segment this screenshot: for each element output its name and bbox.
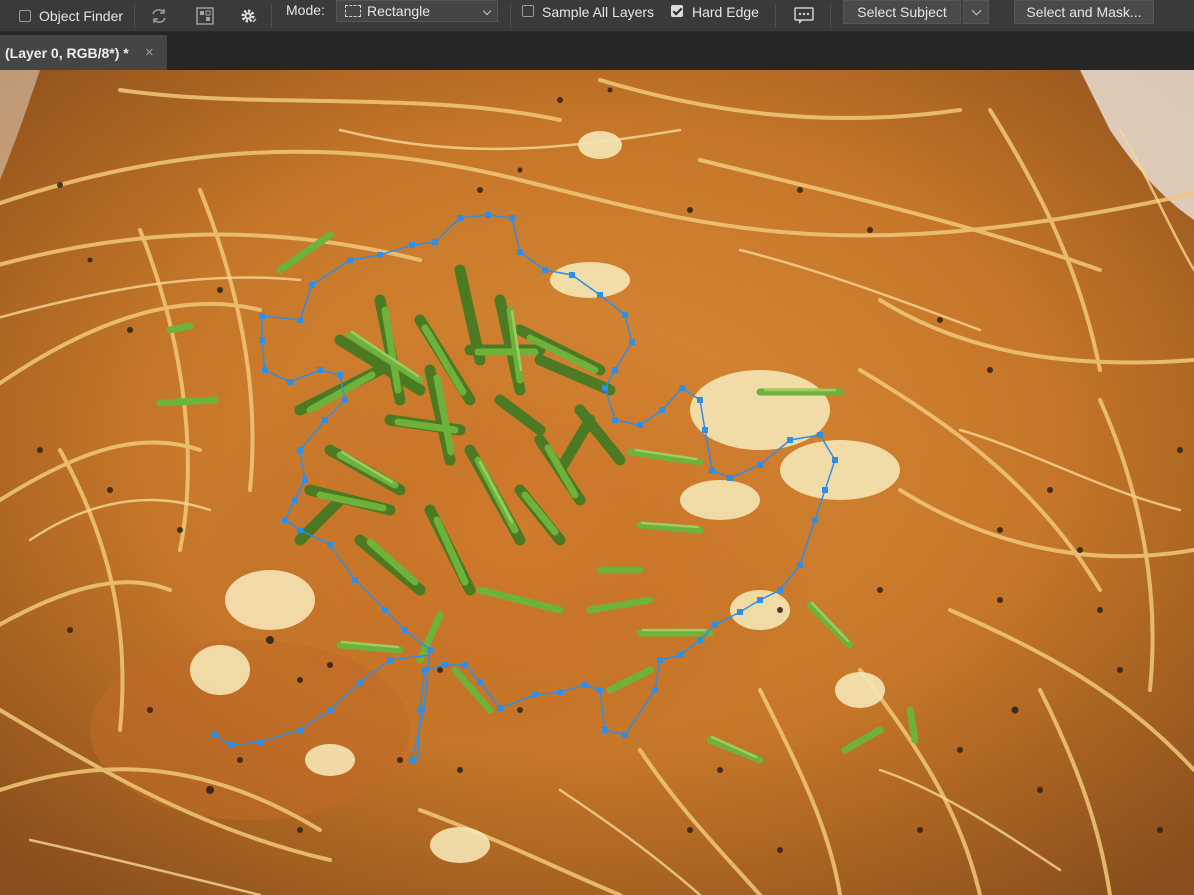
select-subject-dropdown[interactable] bbox=[963, 0, 989, 24]
refresh-icon[interactable] bbox=[147, 4, 171, 28]
divider bbox=[775, 4, 776, 28]
chevron-down-icon bbox=[971, 5, 982, 16]
mode-label: Mode: bbox=[286, 2, 325, 18]
document-tab-bar: (Layer 0, RGB/8*) * × bbox=[0, 32, 1194, 70]
hard-edge-label[interactable]: Hard Edge bbox=[692, 4, 759, 20]
select-subject-button[interactable]: Select Subject bbox=[843, 0, 961, 24]
divider bbox=[134, 4, 135, 28]
pasta-photo bbox=[0, 70, 1194, 895]
mode-value: Rectangle bbox=[367, 3, 431, 19]
document-tab-title: (Layer 0, RGB/8*) * bbox=[5, 45, 129, 61]
sample-all-layers-label[interactable]: Sample All Layers bbox=[542, 4, 654, 20]
close-icon[interactable]: × bbox=[145, 44, 154, 61]
hard-edge-checkbox[interactable] bbox=[671, 5, 683, 17]
gear-icon[interactable] bbox=[236, 4, 260, 28]
select-and-mask-button[interactable]: Select and Mask... bbox=[1014, 0, 1154, 24]
image-canvas[interactable] bbox=[0, 70, 1194, 895]
object-finder-label[interactable]: Object Finder bbox=[39, 8, 123, 24]
options-bar: Object Finder Mode: Rectangle Sample All… bbox=[0, 0, 1194, 32]
document-tab[interactable]: (Layer 0, RGB/8*) * × bbox=[0, 35, 167, 70]
feedback-icon[interactable] bbox=[792, 4, 816, 28]
divider bbox=[271, 4, 272, 28]
divider bbox=[510, 4, 511, 28]
divider bbox=[830, 4, 831, 28]
mode-select[interactable]: Rectangle bbox=[336, 0, 498, 22]
sample-all-layers-checkbox[interactable] bbox=[522, 5, 534, 17]
rectangle-icon bbox=[345, 5, 361, 17]
show-all-objects-icon[interactable] bbox=[193, 4, 217, 28]
chevron-down-icon bbox=[482, 6, 492, 16]
object-finder-checkbox[interactable] bbox=[19, 10, 31, 22]
